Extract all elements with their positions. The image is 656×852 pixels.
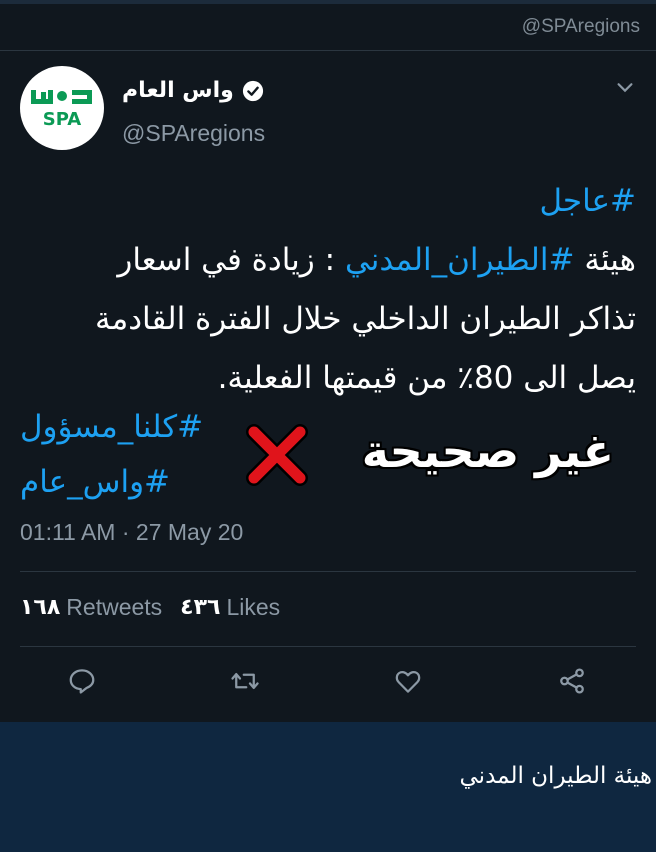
divider	[20, 646, 636, 647]
tweet-timestamp[interactable]: 01:11 AM · 27 May 20	[20, 519, 243, 546]
watermark-bar: @SPAregions	[0, 8, 656, 51]
watermark-handle: @SPAregions	[521, 16, 640, 37]
retweets-count: ١٦٨	[20, 595, 61, 620]
reply-icon	[69, 669, 95, 694]
spa-logo: SPA	[31, 90, 92, 128]
chevron-down-icon[interactable]	[614, 76, 636, 98]
fact-check-stamp: غير صحيحة	[246, 422, 626, 500]
share-icon	[560, 668, 584, 694]
retweet-icon	[231, 673, 259, 689]
divider	[20, 571, 636, 572]
stamp-text: غير صحيحة	[361, 424, 614, 478]
retweet-button[interactable]	[228, 664, 262, 698]
retweets-label: Retweets	[66, 594, 163, 620]
retweets-stat[interactable]: ١٦٨ Retweets	[20, 594, 162, 621]
engagement-stats: ١٦٨ Retweets ٤٣٦ Likes	[20, 594, 280, 621]
reply-button[interactable]	[65, 664, 99, 698]
likes-count: ٤٣٦	[180, 595, 221, 620]
image-caption: هيئة الطيران المدني	[459, 763, 652, 789]
verified-badge-icon	[242, 80, 263, 101]
hashtag-link[interactable]: #واس_عام	[20, 455, 203, 510]
red-x-icon	[246, 424, 308, 486]
action-bar	[0, 664, 656, 700]
tweet-text-line: هيئة	[574, 242, 636, 278]
like-icon	[395, 670, 421, 693]
likes-label: Likes	[226, 594, 281, 620]
tweet-card: @SPAregions SPA واس العام @SPAregions #ع…	[0, 0, 656, 722]
spa-logo-text: SPA	[43, 109, 82, 128]
tweet-text-line: تذاكر الطيران الداخلي خلال الفترة القادم…	[94, 301, 636, 337]
likes-stat[interactable]: ٤٣٦ Likes	[180, 594, 280, 621]
hashtag-link[interactable]: #عاجل	[539, 183, 636, 219]
tweet-text-line: : زيادة في اسعار	[117, 242, 345, 278]
tweet-text: #عاجل هيئة #الطيران_المدني : زيادة في اس…	[20, 172, 636, 408]
like-button[interactable]	[391, 664, 425, 698]
avatar[interactable]: SPA	[20, 66, 104, 150]
hashtag-link[interactable]: #الطيران_المدني	[345, 242, 575, 278]
account-handle[interactable]: @SPAregions	[122, 120, 265, 147]
hashtag-list: #كلنا_مسؤول #واس_عام	[20, 400, 203, 510]
display-name[interactable]: واس العام	[122, 78, 234, 103]
hashtag-link[interactable]: #كلنا_مسؤول	[20, 400, 203, 455]
account-name-row[interactable]: واس العام	[122, 78, 264, 103]
share-button[interactable]	[555, 664, 589, 698]
